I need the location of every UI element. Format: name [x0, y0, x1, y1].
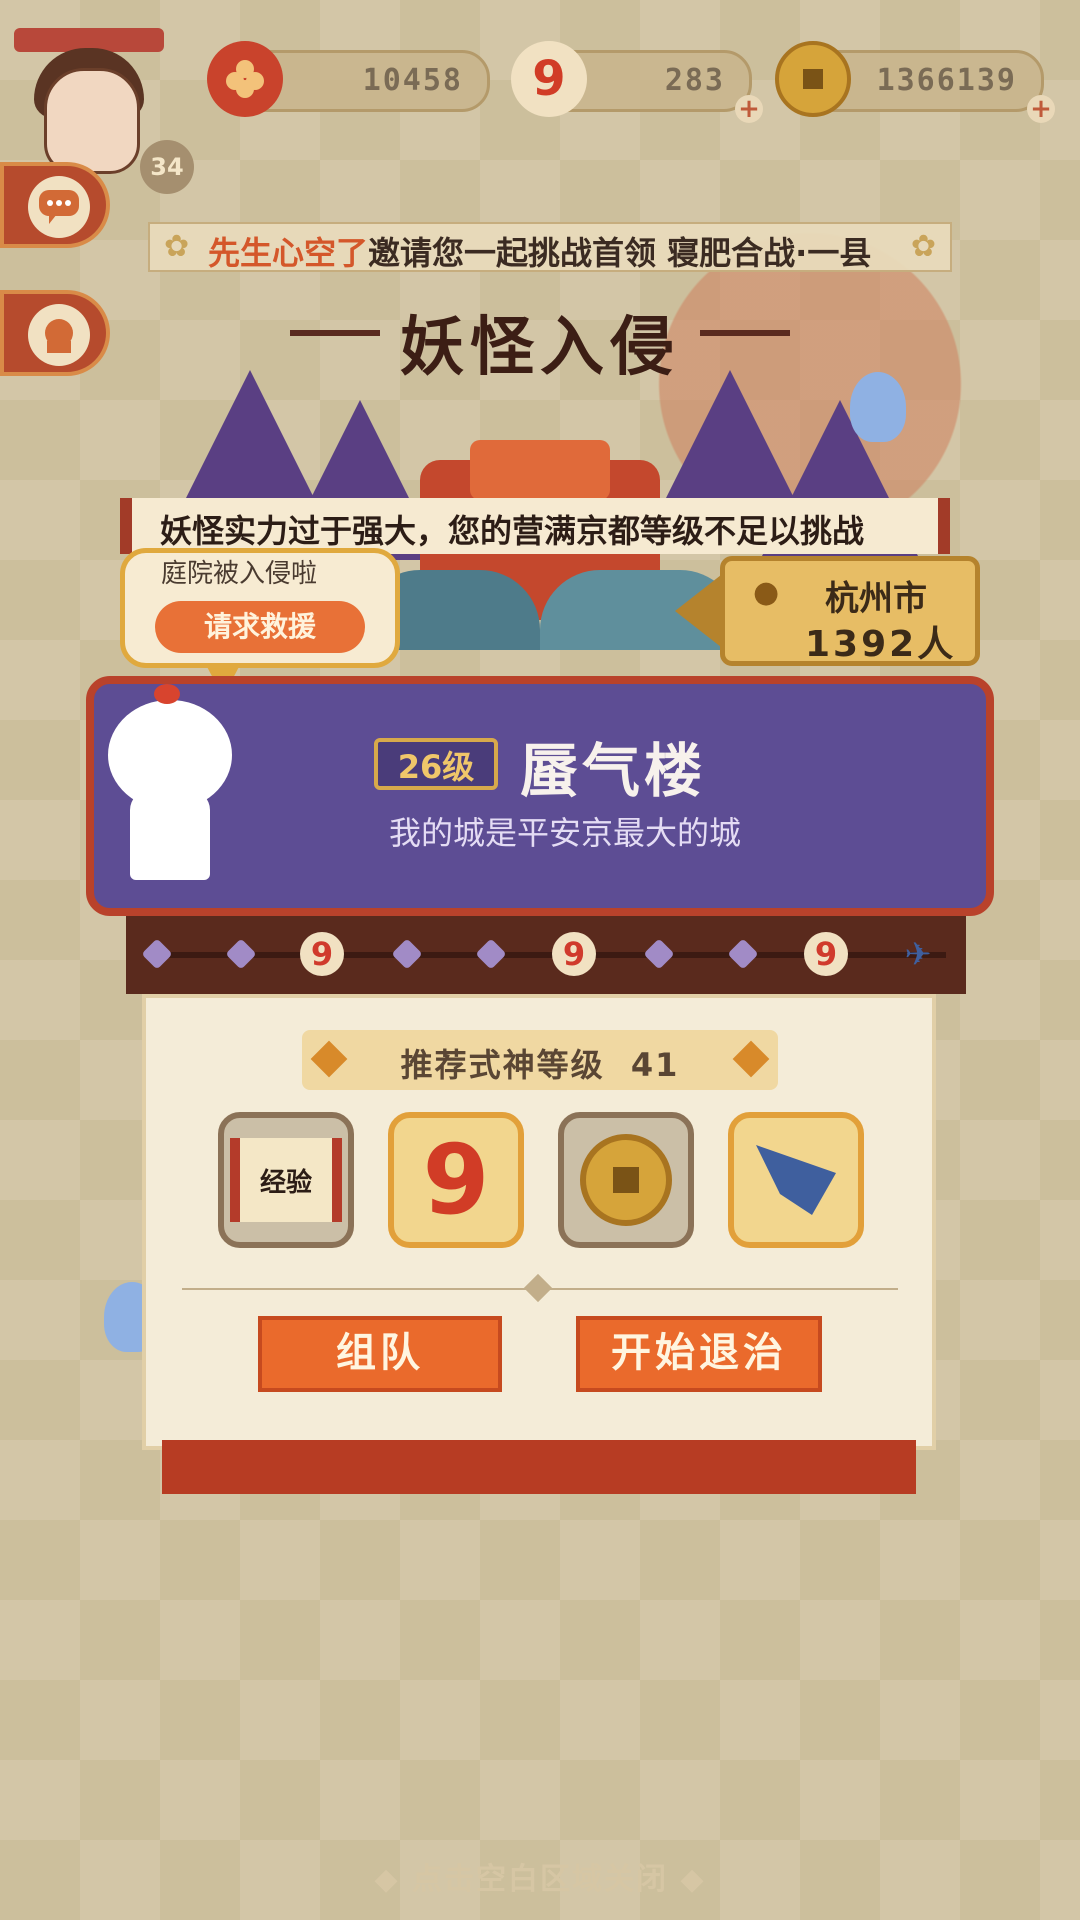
- paper-bird-node-icon: ✈: [904, 935, 932, 973]
- resource-coin[interactable]: 1366139 +: [775, 41, 1055, 123]
- player-level-badge: 34: [140, 140, 194, 194]
- resource-nine-badge[interactable]: 9 283 +: [511, 41, 763, 123]
- nine-node-icon: 9: [300, 932, 344, 976]
- team-button[interactable]: 组队: [258, 1316, 502, 1392]
- reward-paper-bird[interactable]: [728, 1112, 864, 1248]
- resource-flower-token[interactable]: 10458: [207, 41, 490, 117]
- coin-icon: [775, 41, 851, 117]
- gold-coin-icon: [580, 1134, 672, 1226]
- warning-text: 妖怪实力过于强大，您的营满京都等级不足以挑战: [160, 512, 865, 550]
- help-bubble: 庭院被入侵啦 请求救援: [120, 548, 400, 697]
- track-node: [391, 938, 423, 970]
- flower-deco-icon: ✿: [164, 229, 190, 264]
- reward-progress-track: 9 9 9 ✈: [126, 916, 966, 994]
- popup-title: 妖怪入侵: [400, 311, 680, 385]
- recommended-label: 推荐式神等级: [400, 1046, 605, 1084]
- track-node: [475, 938, 507, 970]
- track-node: [727, 938, 759, 970]
- mascot-character: [94, 684, 244, 890]
- reward-exp-scroll[interactable]: 经验: [218, 1112, 354, 1248]
- warning-banner: 妖怪实力过于强大，您的营满京都等级不足以挑战: [120, 498, 950, 554]
- broadcast-banner[interactable]: ✿ 先生心空了邀请您一起挑战首领 寝肥合战·一县 ✿: [148, 222, 952, 272]
- avatar-face: [44, 68, 140, 174]
- resource-value: 283: [664, 63, 725, 98]
- nine-node-icon: 9: [552, 932, 596, 976]
- castle-name: 蜃气楼: [520, 737, 707, 805]
- nine-node-icon: 9: [804, 932, 848, 976]
- add-nine-badge-button[interactable]: +: [735, 95, 763, 123]
- flower-deco-icon: ✿: [910, 229, 936, 264]
- city-name: 杭州市: [825, 579, 927, 619]
- resource-value: 10458: [362, 63, 463, 98]
- exp-scroll-icon: 经验: [230, 1138, 342, 1222]
- location-signpost: ● 杭州市 1392人: [675, 556, 980, 666]
- player-count: 1392人: [805, 624, 957, 665]
- recommended-level-banner: 推荐式神等级 41: [302, 1030, 778, 1090]
- broadcast-text: 先生心空了邀请您一起挑战首领 寝肥合战·一县: [208, 228, 872, 272]
- start-exorcism-button[interactable]: 开始退治: [576, 1316, 822, 1392]
- panel-footer: [162, 1440, 916, 1494]
- chat-button[interactable]: [0, 162, 110, 248]
- flower-token-icon: [207, 41, 283, 117]
- reward-nine-fragment[interactable]: 9: [388, 1112, 524, 1248]
- add-coin-button[interactable]: +: [1027, 95, 1055, 123]
- broadcast-message: 邀请您一起挑战首领 寝肥合战·一县: [368, 234, 872, 272]
- paper-bird-icon: [756, 1145, 836, 1215]
- ghost-fire-icon: [850, 372, 906, 442]
- broadcast-player-name: 先生心空了: [208, 234, 369, 272]
- close-hint: ◆ 点击空白区域关闭 ◆: [374, 1862, 706, 1897]
- title-wing-right: [700, 330, 790, 336]
- track-node: [643, 938, 675, 970]
- mascot-body: [130, 790, 210, 880]
- track-node: [141, 938, 173, 970]
- location-pin-icon: ●: [753, 575, 780, 610]
- mascot-tuft: [154, 684, 180, 704]
- castle-level-badge: 26级: [374, 738, 498, 790]
- reward-gold-coin[interactable]: [558, 1112, 694, 1248]
- track-node: [225, 938, 257, 970]
- recommended-level-text: 推荐式神等级 41: [302, 1040, 778, 1086]
- resource-value: 1366139: [876, 63, 1017, 98]
- help-subtitle: 庭院被入侵啦: [161, 559, 318, 589]
- nine-badge-icon: 9: [511, 41, 587, 117]
- request-help-button[interactable]: 请求救援: [155, 601, 365, 653]
- nine-fragment-icon: 9: [422, 1124, 490, 1236]
- chat-bubble-icon: [28, 176, 90, 238]
- yokai-boss-head: [470, 440, 610, 500]
- recommended-level: 41: [630, 1046, 680, 1084]
